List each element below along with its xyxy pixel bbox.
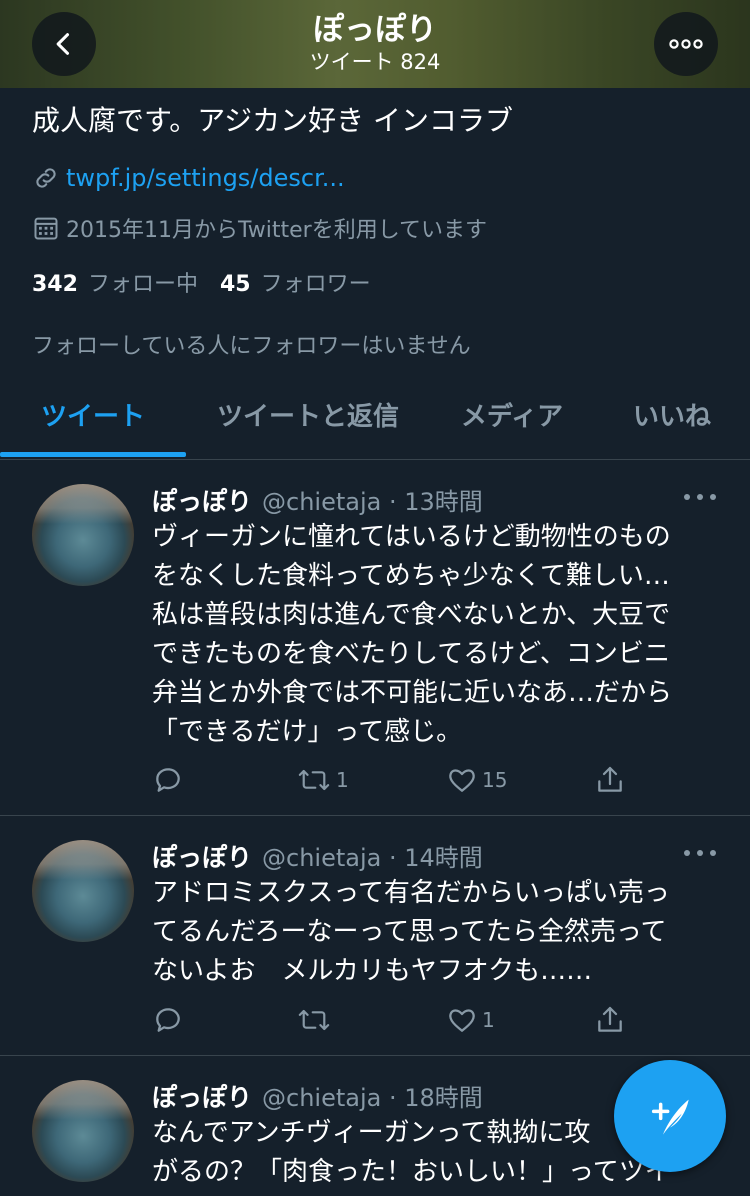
tweet-line: 弁当とか外食では不可能に近いなあ…だから xyxy=(152,678,673,708)
compose-tweet-button[interactable] xyxy=(614,1060,726,1172)
tweet-author-name: ぽっぽり xyxy=(152,1083,253,1112)
share-icon xyxy=(598,1006,622,1032)
tweet-handle-time: @chietaja · 18時間 xyxy=(262,1084,483,1112)
tweet-line: をなくした食料ってめちゃ少なくて難しい… xyxy=(152,561,670,591)
tab-tweets-and-replies[interactable]: ツイートと返信 xyxy=(186,370,430,458)
followers-link[interactable]: 45 フォロワー xyxy=(220,266,371,298)
tweet[interactable]: ぽっぽり @chietaja · 13時間 ヴィーガンに憧れてはいるけど動物性の… xyxy=(0,460,750,816)
tweet-handle-time: @chietaja · 14時間 xyxy=(262,844,483,872)
tab-likes[interactable]: いいね xyxy=(594,370,750,458)
compose-feather-icon xyxy=(651,1099,689,1135)
tweet-handle-time: @chietaja · 13時間 xyxy=(262,488,483,516)
tweet-text: アドロミスクスって有名だからいっぱい売っ てるんだろーなーって思ってたら全然売っ… xyxy=(152,874,722,991)
reply-icon xyxy=(156,768,180,792)
profile-tabs: ツイート ツイートと返信 メディア いいね xyxy=(0,370,750,460)
header-profile-name: ぽっぽり xyxy=(313,12,437,48)
following-count: 342 xyxy=(32,272,78,297)
retweet-icon xyxy=(298,769,330,791)
tweet-more-icon[interactable] xyxy=(684,848,716,858)
like-button[interactable]: 15 xyxy=(446,762,507,798)
share-button[interactable] xyxy=(594,762,626,798)
website-link-text[interactable]: twpf.jp/settings/descr... xyxy=(66,164,345,192)
follow-stats: 342 フォロー中 45 フォロワー xyxy=(32,266,371,298)
joined-date-text: 2015年11月からTwitterを利用しています xyxy=(66,218,488,243)
mutual-followers-note: フォローしている人にフォロワーはいません xyxy=(32,334,471,359)
tweet-line: ないよお メルカリもヤフオクも…… xyxy=(152,956,593,986)
tweet-actions: 1 xyxy=(152,1002,632,1038)
share-button[interactable] xyxy=(594,1002,626,1038)
followers-count: 45 xyxy=(219,272,251,297)
retweet-button[interactable] xyxy=(296,1002,336,1038)
following-link[interactable]: 342 フォロー中 xyxy=(32,266,198,298)
tweet-header: ぽっぽり @chietaja · 14時間 xyxy=(152,838,483,874)
tweet-line: てるんだろーなーって思ってたら全然売って xyxy=(152,917,667,947)
tab-media[interactable]: メディア xyxy=(430,370,594,458)
tweet-line: アドロミスクスって有名だからいっぱい売っ xyxy=(152,878,670,908)
avatar[interactable] xyxy=(32,840,134,942)
more-horizontal-icon xyxy=(669,39,703,49)
tweet-header: ぽっぽり @chietaja · 18時間 xyxy=(152,1078,483,1114)
tweet[interactable]: ぽっぽり @chietaja · 14時間 アドロミスクスって有名だからいっぱい… xyxy=(0,816,750,1056)
link-icon xyxy=(36,168,56,188)
share-icon xyxy=(598,766,622,792)
like-button[interactable]: 1 xyxy=(446,1002,495,1038)
tweet-line: 「できるだけ」って感じ。 xyxy=(152,717,463,747)
profile-website-link[interactable]: twpf.jp/settings/descr... xyxy=(32,160,345,196)
avatar[interactable] xyxy=(32,1080,134,1182)
profile-bio: 成人腐です。アジカン好き インコラブ xyxy=(32,104,513,137)
tweet-line: できたものを食べたりしてるけど、コンビニ xyxy=(152,639,670,669)
more-options-button[interactable] xyxy=(654,12,718,76)
retweet-button[interactable]: 1 xyxy=(296,762,349,798)
calendar-icon xyxy=(34,217,58,240)
tweet-line: ヴィーガンに憧れてはいるけど動物性のもの xyxy=(152,522,671,552)
following-label: フォロー中 xyxy=(87,272,198,297)
reply-button[interactable] xyxy=(152,1002,188,1038)
heart-icon xyxy=(449,1009,475,1032)
heart-icon xyxy=(449,769,475,792)
reply-icon xyxy=(156,1008,180,1032)
retweet-icon xyxy=(298,1009,330,1031)
tab-tweets[interactable]: ツイート xyxy=(0,370,186,458)
tweet-author-name: ぽっぽり xyxy=(152,487,253,516)
active-tab-indicator xyxy=(0,452,186,457)
reply-button[interactable] xyxy=(152,762,188,798)
tweet-author-name: ぽっぽり xyxy=(152,843,253,872)
tweet-more-icon[interactable] xyxy=(684,492,716,502)
tweet-actions: 1 15 xyxy=(152,762,632,798)
profile-header-banner: ぽっぽり ツイート 824 xyxy=(0,0,750,88)
header-tweet-count: ツイート 824 xyxy=(309,50,441,74)
followers-label: フォロワー xyxy=(260,272,371,297)
tweet-text: ヴィーガンに憧れてはいるけど動物性のもの をなくした食料ってめちゃ少なくて難しい… xyxy=(152,518,722,752)
avatar[interactable] xyxy=(32,484,134,586)
tweet-header: ぽっぽり @chietaja · 13時間 xyxy=(152,482,483,518)
tweet-line: 私は普段は肉は進んで食べないとか、大豆で xyxy=(152,600,671,630)
joined-date-row: 2015年11月からTwitterを利用しています xyxy=(32,210,487,246)
